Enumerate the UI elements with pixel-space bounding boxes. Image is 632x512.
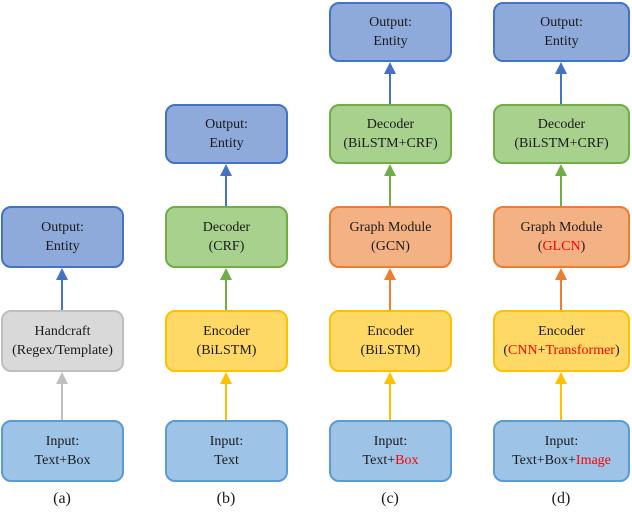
c-graph-module-line1: Graph Module (349, 220, 432, 235)
c-input-line2-highlight: Box (395, 453, 419, 468)
d-output-line1: Output: (540, 15, 583, 30)
arrow-c-decoder-to-output (384, 62, 396, 104)
arrow-d-decoder-to-output (555, 62, 567, 104)
d-encoder-box: Encoder (CNN+Transformer) (493, 310, 630, 372)
d-encoder-line2: (CNN+Transformer) (503, 341, 619, 360)
d-graph-module-highlight: GLCN (542, 239, 581, 254)
b-output-line1: Output: (205, 117, 248, 132)
arrow-d-encoder-to-graph (555, 268, 567, 310)
caption-c: (c) (381, 490, 399, 507)
a-output-line2: Entity (45, 239, 80, 254)
arrow-d-input-to-encoder (555, 372, 567, 420)
arrow-d-graph-to-decoder (555, 164, 567, 206)
c-graph-module-line2: (GCN) (371, 239, 410, 254)
caption-b: (b) (216, 490, 236, 507)
b-input-line2: Text (214, 453, 239, 468)
d-encoder-line1: Encoder (538, 324, 585, 339)
arrow-a-handcraft-to-output (56, 268, 68, 310)
d-input-line2-highlight: Image (575, 453, 611, 468)
a-output-line1: Output: (41, 220, 84, 235)
arrow-c-encoder-to-graph (384, 268, 396, 310)
arrow-a-input-to-handcraft (56, 372, 68, 420)
b-decoder-box: Decoder (CRF) (165, 206, 288, 268)
b-decoder-line1: Decoder (202, 220, 251, 235)
d-encoder-highlight-transformer: Transformer (545, 343, 615, 358)
arrow-b-encoder-to-decoder (220, 268, 232, 310)
c-output-box: Output: Entity (329, 2, 452, 62)
arrow-c-graph-to-decoder (384, 164, 396, 206)
c-decoder-line1: Decoder (366, 117, 415, 132)
caption-d: (d) (551, 490, 571, 507)
d-output-line2: Entity (544, 34, 579, 49)
d-graph-module-line1: Graph Module (520, 220, 603, 235)
d-input-box: Input: Text+Box+Image (493, 420, 630, 482)
d-decoder-line2: (BiLSTM+CRF) (514, 136, 609, 151)
d-input-line1: Input: (544, 434, 579, 449)
caption-a: (a) (53, 490, 71, 507)
c-input-line1: Input: (373, 434, 408, 449)
a-input-line2: Text+Box (34, 453, 91, 468)
d-graph-module-line2: (GLCN) (538, 237, 585, 256)
arrow-b-input-to-encoder (220, 372, 232, 420)
b-decoder-line2: (CRF) (208, 239, 245, 254)
c-output-line1: Output: (369, 15, 412, 30)
c-decoder-line2: (BiLSTM+CRF) (343, 136, 438, 151)
c-encoder-line2: (BiLSTM) (360, 343, 421, 358)
b-input-box: Input: Text (165, 420, 288, 482)
arrow-c-input-to-encoder (384, 372, 396, 420)
d-input-line2: Text+Box+Image (512, 451, 611, 470)
b-encoder-box: Encoder (BiLSTM) (165, 310, 288, 372)
c-input-line2: Text+Box (363, 451, 419, 470)
d-input-line2-prefix: Text+Box+ (512, 453, 576, 468)
a-input-box: Input: Text+Box (1, 420, 124, 482)
b-output-line2: Entity (209, 136, 244, 151)
arrow-b-decoder-to-output (220, 164, 232, 206)
a-handcraft-line2: (Regex/Template) (12, 343, 113, 358)
c-encoder-line1: Encoder (367, 324, 414, 339)
c-input-box: Input: Text+Box (329, 420, 452, 482)
d-output-box: Output: Entity (493, 2, 630, 62)
b-input-line1: Input: (209, 434, 244, 449)
d-encoder-close: ) (614, 343, 620, 358)
a-input-line1: Input: (45, 434, 80, 449)
c-input-line2-prefix: Text+ (362, 453, 396, 468)
c-encoder-box: Encoder (BiLSTM) (329, 310, 452, 372)
b-encoder-line2: (BiLSTM) (196, 343, 257, 358)
c-graph-module-box: Graph Module (GCN) (329, 206, 452, 268)
b-output-box: Output: Entity (165, 104, 288, 164)
d-decoder-line1: Decoder (537, 117, 586, 132)
d-decoder-box: Decoder (BiLSTM+CRF) (493, 104, 630, 164)
d-graph-module-close: ) (580, 239, 586, 254)
c-decoder-box: Decoder (BiLSTM+CRF) (329, 104, 452, 164)
d-encoder-highlight-cnn: CNN (508, 343, 538, 358)
a-handcraft-box: Handcraft (Regex/Template) (1, 310, 124, 372)
a-output-box: Output: Entity (1, 206, 124, 268)
d-graph-module-box: Graph Module (GLCN) (493, 206, 630, 268)
c-output-line2: Entity (373, 34, 408, 49)
b-encoder-line1: Encoder (203, 324, 250, 339)
a-handcraft-line1: Handcraft (34, 324, 91, 339)
